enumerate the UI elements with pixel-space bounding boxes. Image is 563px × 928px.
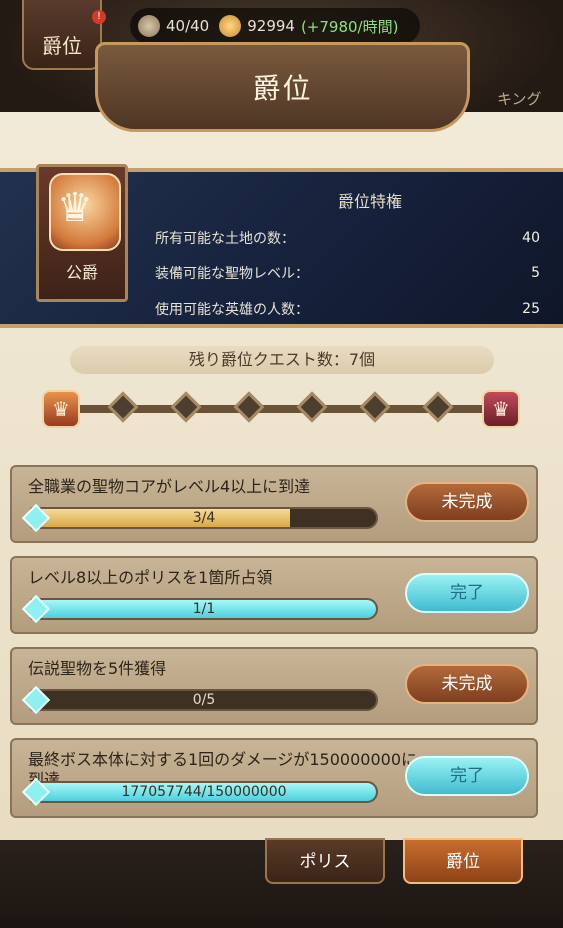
gold-rate: (+7980/時間) (300, 17, 399, 36)
gold-icon (219, 15, 242, 37)
quest-text: 全職業の聖物コアがレベル4以上に到達 (28, 477, 311, 496)
privilege-value: 5 (531, 265, 540, 281)
crown-icon: ♛ (57, 185, 93, 231)
quest-text: レベル8以上のポリスを1箇所占領 (28, 568, 273, 587)
quest-progress-bar: 3/4 (30, 507, 378, 529)
resource-bar: 40/40 92994 (+7980/時間) (130, 8, 420, 44)
panel-title: 爵位 (252, 72, 313, 105)
privilege-label: 使用可能な英雄の人数： (155, 302, 309, 318)
stamina-value: 40/40 (166, 17, 210, 35)
gold-resource: 92994 (+7980/時間) (219, 15, 398, 37)
quest-status-button[interactable]: 未完成 (405, 664, 529, 704)
privilege-label: 所有可能な土地の数： (155, 231, 295, 247)
quest-status-button[interactable]: 完了 (405, 573, 529, 613)
privilege-row: 装備可能な聖物レベル： 5 (155, 259, 540, 287)
progress-text: 177057744/150000000 (121, 784, 287, 800)
rank-name: 公爵 (65, 263, 98, 282)
progress-text: 1/1 (192, 601, 216, 617)
privilege-value: 25 (522, 301, 540, 317)
current-rank-icon: ♛ (42, 390, 80, 428)
privilege-title: 爵位特権 (337, 192, 402, 211)
quest-progress-bar: 1/1 (30, 598, 378, 620)
privilege-label: 装備可能な聖物レベル： (155, 266, 309, 282)
panel-header: 爵位 (95, 42, 470, 132)
rank-corner-button[interactable]: 爵位 (22, 0, 102, 70)
quest-status-button[interactable]: 未完成 (405, 482, 529, 522)
progress-text: 0/5 (192, 692, 216, 708)
stamina-resource: 40/40 (138, 15, 209, 37)
privilege-row: 使用可能な英雄の人数： 25 (155, 295, 540, 323)
gold-value: 92994 (247, 17, 295, 35)
privilege-value: 40 (522, 230, 540, 246)
quest-status-button[interactable]: 完了 (405, 756, 529, 796)
quest-text: 伝説聖物を5件獲得 (28, 659, 167, 678)
rank-corner-label: 爵位 (42, 34, 82, 58)
tab-polis[interactable]: ポリス (265, 838, 385, 884)
quest-progress-bar: 177057744/150000000 (30, 781, 378, 803)
stamina-icon (138, 15, 160, 37)
rank-banner: ♛ 公爵 (36, 164, 128, 302)
privilege-row: 所有可能な土地の数： 40 (155, 224, 540, 252)
tab-rank[interactable]: 爵位 (403, 838, 523, 884)
king-label[interactable]: キング (497, 88, 542, 109)
remaining-quests: 残り爵位クエスト数：7個 (70, 346, 494, 374)
progress-text: 3/4 (192, 510, 216, 526)
quest-progress-bar: 0/5 (30, 689, 378, 711)
next-rank-icon: ♛ (482, 390, 520, 428)
notification-badge: ! (92, 10, 106, 24)
